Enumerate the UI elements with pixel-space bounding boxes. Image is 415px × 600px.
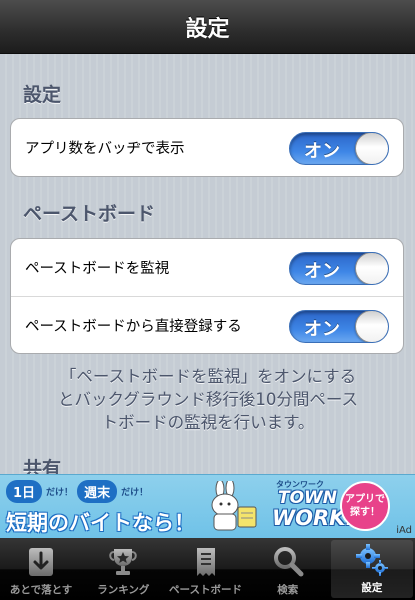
tab-label: ランキング bbox=[97, 584, 150, 596]
ad-cta-button[interactable]: アプリで 探す！ bbox=[340, 481, 390, 531]
footer-line: とバックグラウンド移行後10分間ペース bbox=[57, 390, 358, 409]
switch-knob bbox=[355, 311, 388, 342]
page-title: 設定 bbox=[185, 16, 230, 42]
monitor-pasteboard-row: ペーストボードを監視 オン bbox=[11, 239, 403, 296]
direct-register-label: ペーストボードから直接登録する bbox=[25, 318, 242, 335]
tab-settings[interactable]: 設定 bbox=[330, 540, 414, 598]
ad-small-text: だけ！ bbox=[46, 488, 74, 498]
pasteboard-footer-note: 「ペーストボードを監視」をオンにする とバックグラウンド移行後10分間ペース ト… bbox=[30, 365, 386, 434]
switch-on-label: オン bbox=[304, 261, 340, 282]
badge-count-label: アプリ数をバッヂで表示 bbox=[25, 141, 185, 157]
footer-line: 「ペーストボードを監視」をオンにする bbox=[59, 367, 357, 386]
tab-pasteboard[interactable]: ペーストボード bbox=[164, 538, 246, 600]
tab-download-later[interactable]: あとで落とす bbox=[0, 538, 82, 600]
settings-group: アプリ数をバッヂで表示 オン bbox=[10, 118, 404, 177]
monitor-pasteboard-label: ペーストボードを監視 bbox=[25, 261, 170, 277]
ad-cta-line: アプリで bbox=[345, 494, 385, 505]
settings-table[interactable]: 設定 アプリ数をバッヂで表示 オン ペーストボード ペーストボードを監視 オン … bbox=[0, 54, 415, 474]
direct-register-row: ペーストボードから直接登録する オン bbox=[11, 296, 403, 353]
footer-line: トボードの監視を行います。 bbox=[101, 413, 315, 432]
direct-register-switch[interactable]: オン bbox=[289, 310, 389, 343]
switch-on-label: オン bbox=[304, 319, 340, 340]
trophy-icon bbox=[109, 549, 138, 575]
switch-knob bbox=[355, 253, 388, 284]
receipt-icon bbox=[196, 548, 215, 576]
tab-label: ペーストボード bbox=[169, 584, 242, 596]
download-tray-icon bbox=[29, 548, 54, 576]
rabbit-mascot-icon bbox=[211, 481, 257, 531]
tab-ranking[interactable]: ランキング bbox=[82, 538, 164, 600]
tab-label: 設定 bbox=[361, 582, 383, 594]
ad-pill-weekend: 週末 bbox=[77, 480, 118, 503]
monitor-pasteboard-switch[interactable]: オン bbox=[289, 252, 389, 285]
gear-icon bbox=[355, 544, 388, 576]
tab-bar: あとで落とす ランキング ペーストボード 検索 設定 bbox=[0, 538, 415, 600]
iad-label: iAd bbox=[396, 525, 412, 536]
navigation-bar: 設定 bbox=[0, 0, 415, 54]
section-header-settings: 設定 bbox=[23, 84, 62, 106]
ad-cta-line: 探す！ bbox=[350, 507, 380, 518]
tab-search[interactable]: 検索 bbox=[247, 538, 329, 600]
pasteboard-group: ペーストボードを監視 オン ペーストボードから直接登録する オン bbox=[10, 238, 404, 354]
section-header-share: 共有 bbox=[23, 458, 62, 474]
search-icon bbox=[273, 547, 304, 577]
ad-brand-town: TOWN bbox=[278, 488, 338, 508]
section-header-pasteboard: ペーストボード bbox=[23, 203, 156, 225]
ad-pill-one-day: 1日 bbox=[6, 480, 43, 503]
switch-knob bbox=[355, 133, 388, 164]
switch-on-label: オン bbox=[304, 141, 340, 162]
tab-label: 検索 bbox=[277, 584, 299, 596]
ad-tagline: 1日 だけ！ 週末 だけ！ bbox=[6, 480, 148, 503]
ad-small-text: だけ！ bbox=[121, 488, 149, 498]
badge-count-row: アプリ数をバッヂで表示 オン bbox=[11, 119, 403, 176]
tab-label: あとで落とす bbox=[9, 584, 73, 596]
ad-banner[interactable]: 1日 だけ！ 週末 だけ！ 短期のバイトなら！ タウンワーク TOWN WORK… bbox=[0, 474, 415, 538]
badge-count-switch[interactable]: オン bbox=[289, 132, 389, 165]
ad-headline: 短期のバイトなら！ bbox=[6, 511, 195, 535]
